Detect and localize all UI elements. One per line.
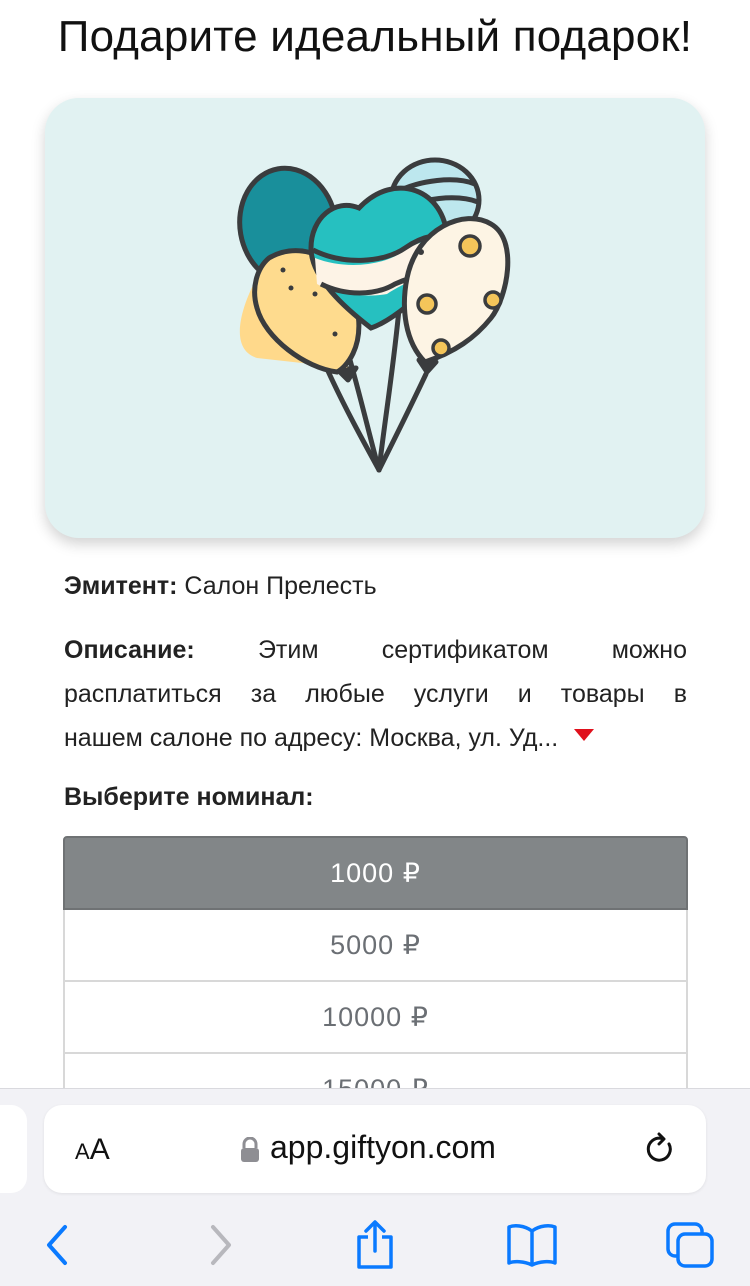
- page-title: Подарите идеальный подарок!: [57, 12, 693, 61]
- description: Описание: Этим сертификатом можно распла…: [64, 628, 687, 760]
- balloons-illustration: [237, 157, 511, 473]
- nominal-option-5000[interactable]: 5000 ₽: [63, 910, 688, 982]
- reload-icon[interactable]: [642, 1131, 678, 1167]
- tabs-button[interactable]: [660, 1217, 720, 1273]
- tabs-icon: [666, 1222, 714, 1268]
- share-button[interactable]: [345, 1217, 405, 1273]
- description-line-last: нашем салоне по адресу: Москва, ул. Уд..…: [64, 716, 687, 760]
- url-text[interactable]: app.giftyon.com: [270, 1129, 496, 1166]
- nominal-options: 1000 ₽ 5000 ₽ 10000 ₽ 15000 ₽: [63, 836, 688, 1126]
- back-icon: [47, 1225, 67, 1265]
- forward-button[interactable]: [190, 1217, 250, 1273]
- back-button[interactable]: [28, 1217, 88, 1273]
- description-text-line-3: нашем салоне по адресу: Москва, ул. Уд..…: [64, 724, 559, 752]
- issuer-label: Эмитент:: [64, 572, 178, 600]
- share-icon: [357, 1220, 393, 1269]
- issuer-row: Эмитент: Салон Прелесть: [64, 572, 377, 601]
- previous-tab-edge[interactable]: [0, 1105, 27, 1193]
- nominal-option-1000[interactable]: 1000 ₽: [63, 836, 688, 910]
- address-bar[interactable]: AA app.giftyon.com: [44, 1105, 706, 1193]
- description-line: Описание: Этим сертификатом можно: [64, 628, 687, 672]
- gift-card-image: [45, 98, 705, 538]
- forward-icon: [211, 1225, 231, 1265]
- bookmarks-icon: [507, 1224, 557, 1267]
- description-text-line-1: Этим сертификатом можно: [257, 636, 687, 664]
- description-label: Описание:: [64, 636, 195, 664]
- text-size-button[interactable]: AA: [75, 1133, 110, 1167]
- nominal-option-10000[interactable]: 10000 ₽: [63, 982, 688, 1054]
- bookmarks-button[interactable]: [502, 1217, 562, 1273]
- nominal-label: Выберите номинал:: [64, 783, 314, 811]
- caret-down-icon[interactable]: [574, 729, 595, 742]
- lock-icon: [241, 1137, 259, 1162]
- description-text-line-2: расплатиться за любые услуги и товары в: [64, 680, 687, 708]
- issuer-value: Салон Прелесть: [184, 572, 377, 600]
- browser-bottom-bar: AA app.giftyon.com: [0, 1088, 750, 1286]
